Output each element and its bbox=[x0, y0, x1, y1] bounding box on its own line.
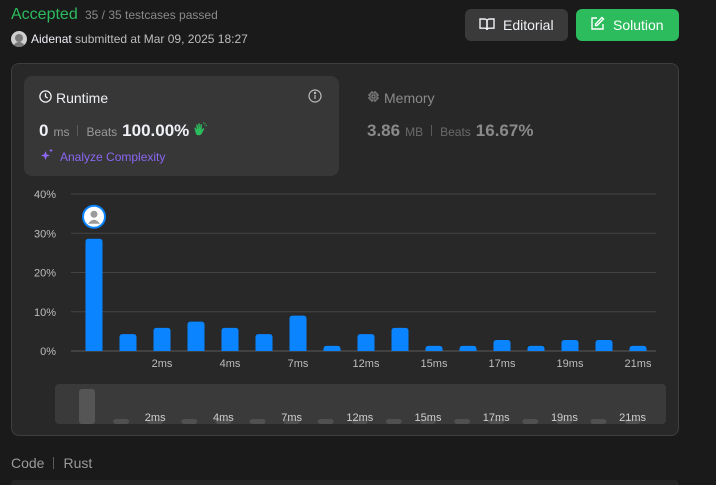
memory-label: Memory bbox=[384, 90, 435, 106]
code-block bbox=[11, 480, 679, 485]
memory-stats: 3.86 MB Beats 16.67% bbox=[367, 121, 533, 141]
divider bbox=[77, 125, 79, 136]
chip-icon bbox=[367, 90, 380, 106]
y-tick-label: 0% bbox=[40, 346, 56, 358]
runtime-stats: 0 ms Beats 100.00% bbox=[39, 121, 208, 141]
code-header: Code Rust bbox=[11, 455, 92, 471]
memory-header[interactable]: Memory bbox=[367, 90, 435, 106]
language-label: Rust bbox=[63, 455, 93, 471]
y-tick-label: 10% bbox=[34, 307, 56, 319]
testcases-passed: 35 / 35 testcases passed bbox=[85, 8, 218, 22]
edit-icon bbox=[590, 16, 605, 34]
x-tick-label: 19ms bbox=[557, 358, 584, 370]
overview-tick-label: 4ms bbox=[213, 412, 234, 424]
analyze-complexity-link[interactable]: Analyze Complexity bbox=[40, 148, 165, 165]
overview-bar bbox=[454, 419, 471, 424]
divider bbox=[431, 125, 433, 136]
y-tick-label: 30% bbox=[34, 228, 56, 240]
chart-bar bbox=[561, 340, 579, 351]
y-tick-label: 40% bbox=[34, 189, 56, 201]
chart-bar bbox=[323, 345, 341, 351]
overview-bar bbox=[317, 419, 334, 424]
chart-bar bbox=[391, 327, 409, 351]
runtime-distribution-chart: 0% 10% 20% 30% 40% 2ms 4ms 7ms 12ms 15ms 17ms 19ms 2… bbox=[34, 189, 656, 370]
solution-button[interactable]: Solution bbox=[576, 9, 679, 41]
overview-tick-label: 21ms bbox=[619, 412, 646, 424]
runtime-header: Runtime bbox=[39, 90, 108, 106]
book-icon bbox=[479, 17, 495, 34]
chart-bar bbox=[85, 238, 103, 351]
memory-beats-value: 16.67% bbox=[475, 121, 534, 140]
beats-label: Beats bbox=[86, 125, 118, 139]
runtime-beats-value: 100.00% bbox=[122, 121, 190, 140]
chart-bar bbox=[255, 334, 273, 351]
overview-tick-label: 15ms bbox=[415, 412, 442, 424]
editorial-button[interactable]: Editorial bbox=[465, 9, 568, 41]
x-tick-label: 2ms bbox=[152, 358, 173, 370]
clock-icon bbox=[39, 90, 52, 106]
chart-bar bbox=[629, 345, 647, 351]
chart-bar bbox=[153, 327, 171, 351]
chart-bar bbox=[527, 345, 545, 351]
overview-bar bbox=[113, 419, 130, 424]
overview-tick-label: 17ms bbox=[483, 412, 510, 424]
chart-bar bbox=[187, 321, 205, 351]
sparkle-icon bbox=[40, 148, 54, 165]
chart-overview-slider[interactable]: 2ms 4ms 7ms 12ms 15ms 17ms 19ms 21ms bbox=[55, 384, 666, 424]
chart-bar bbox=[595, 340, 613, 351]
overview-bar bbox=[79, 389, 95, 424]
memory-value: 3.86 bbox=[367, 121, 401, 140]
memory-unit: MB bbox=[405, 125, 424, 139]
overview-bars: 2ms 4ms 7ms 12ms 15ms 17ms 19ms 21ms bbox=[79, 389, 647, 424]
avatar[interactable] bbox=[11, 31, 27, 47]
clap-icon bbox=[193, 122, 208, 141]
overview-tick-label: 12ms bbox=[346, 412, 373, 424]
avatar-head bbox=[90, 210, 98, 218]
x-tick-label: 21ms bbox=[625, 358, 652, 370]
overview-tick-label: 7ms bbox=[281, 412, 302, 424]
analyze-label: Analyze Complexity bbox=[60, 149, 166, 164]
submitted-at: submitted at Mar 09, 2025 18:27 bbox=[75, 32, 248, 46]
code-label: Code bbox=[11, 455, 45, 471]
overview-bar bbox=[590, 419, 607, 424]
overview-bar bbox=[385, 419, 402, 424]
chart-bar bbox=[289, 315, 307, 351]
divider bbox=[53, 457, 55, 469]
submission-info: Aidenat submitted at Mar 09, 2025 18:27 bbox=[31, 32, 248, 46]
username-link[interactable]: Aidenat bbox=[31, 32, 72, 46]
overview-tick-label: 19ms bbox=[551, 412, 578, 424]
chart-bar bbox=[221, 327, 239, 351]
x-tick-label: 17ms bbox=[489, 358, 516, 370]
overview-bar bbox=[522, 419, 539, 424]
editorial-label: Editorial bbox=[503, 17, 554, 33]
runtime-label: Runtime bbox=[56, 90, 109, 106]
x-tick-label: 4ms bbox=[220, 358, 241, 370]
y-tick-label: 20% bbox=[34, 268, 56, 280]
chart-bar bbox=[425, 345, 443, 351]
runtime-value: 0 bbox=[39, 121, 49, 140]
overview-bar bbox=[181, 419, 198, 424]
overview-bar bbox=[249, 419, 266, 424]
overview-tick-label: 2ms bbox=[145, 412, 166, 424]
beats-label: Beats bbox=[440, 125, 471, 139]
chart-bar bbox=[357, 334, 375, 351]
x-tick-label: 12ms bbox=[353, 358, 380, 370]
chart-bar bbox=[459, 345, 477, 351]
user-avatar-marker bbox=[82, 204, 106, 229]
status-title: Accepted bbox=[11, 6, 78, 23]
info-icon[interactable] bbox=[308, 89, 322, 108]
chart-bar bbox=[119, 334, 137, 351]
x-tick-label: 7ms bbox=[288, 358, 309, 370]
chart-bar bbox=[493, 340, 511, 351]
solution-label: Solution bbox=[613, 17, 664, 33]
runtime-unit: ms bbox=[53, 125, 70, 139]
x-tick-label: 15ms bbox=[421, 358, 448, 370]
